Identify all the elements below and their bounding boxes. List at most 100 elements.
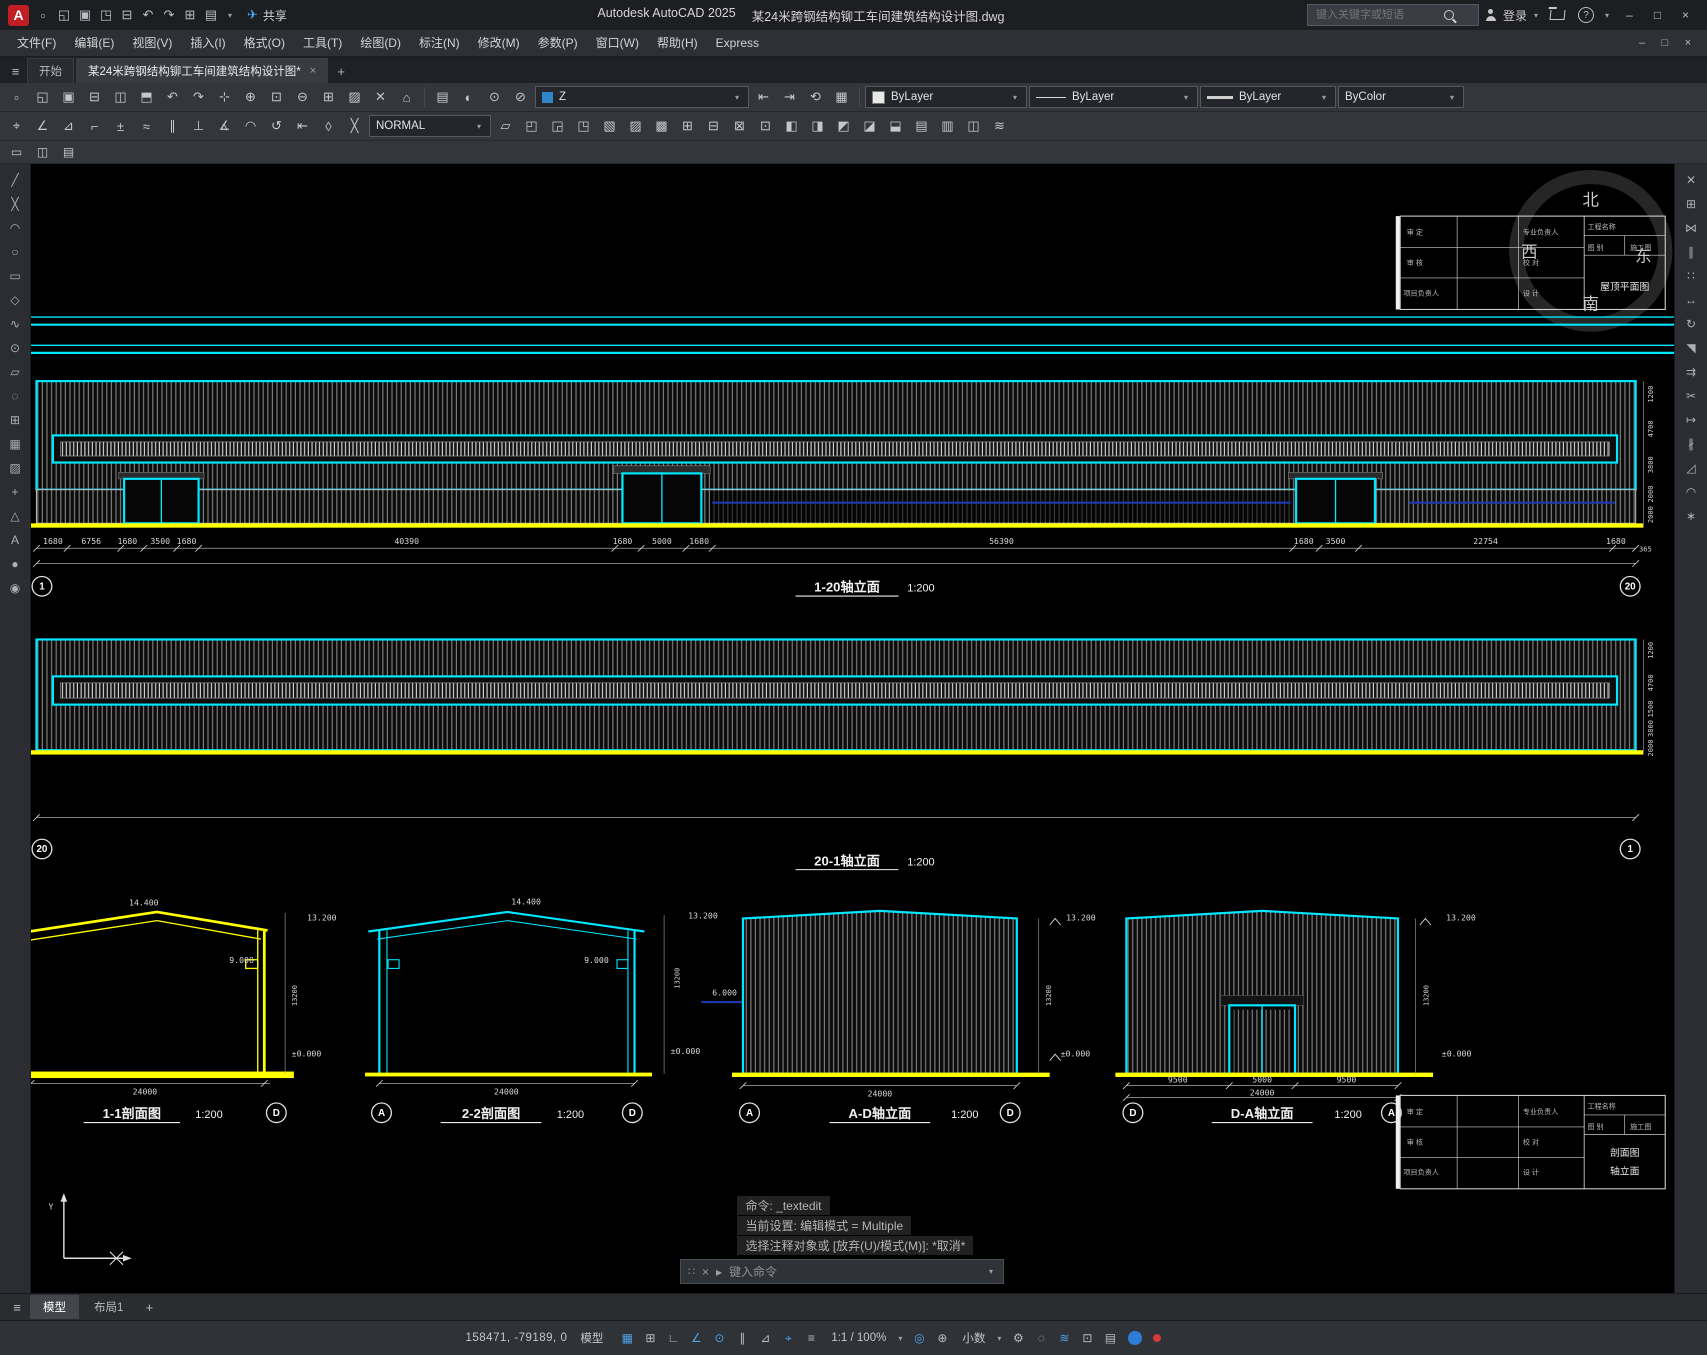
text-icon[interactable]: A: [3, 529, 27, 550]
layer-isolate-icon[interactable]: ⊙: [482, 86, 507, 109]
minimize-icon[interactable]: –: [1616, 5, 1643, 26]
drawing-canvas[interactable]: 北 西 东 南 审 定 审 核 项目负责人 专业负责人 校 对 设 计 工程名称…: [31, 164, 1674, 1293]
app-menu-button[interactable]: A: [8, 4, 29, 26]
clip-icon[interactable]: ▧: [597, 115, 622, 138]
titleblock-bottom[interactable]: 审 定 审 核 项目负责人 专业负责人 校 对 设 计 工程名称 图 别 施工图…: [1395, 1094, 1666, 1190]
workspace-icon[interactable]: ⚙: [1007, 1327, 1029, 1349]
annotation-scale-caret-icon[interactable]: ▾: [895, 1334, 905, 1343]
login-caret-down-icon[interactable]: ▾: [1531, 11, 1541, 20]
tab-close-icon[interactable]: ×: [310, 65, 316, 77]
circle-icon[interactable]: ○: [3, 241, 27, 262]
section-a-d[interactable]: 13.200 ±0.000 13200 24000 A-D轴立面 1:200 A…: [732, 909, 1096, 1124]
clean-screen-icon[interactable]: ⊡: [1076, 1327, 1098, 1349]
save-icon[interactable]: ▣: [75, 5, 95, 26]
command-recent-caret-icon[interactable]: ▾: [986, 1267, 996, 1276]
layer-walk-icon[interactable]: ▦: [829, 86, 854, 109]
attach-icon[interactable]: ◳: [571, 115, 596, 138]
xref-icon[interactable]: ◫: [30, 143, 55, 162]
image-icon[interactable]: ▤: [56, 143, 81, 162]
arc-icon[interactable]: ◠: [238, 115, 263, 138]
ungroup-icon[interactable]: ⊟: [701, 115, 726, 138]
spline-icon[interactable]: ∿: [3, 313, 27, 334]
ortho-icon[interactable]: ∟: [662, 1327, 684, 1349]
new-tab-icon[interactable]: +: [330, 59, 352, 83]
color-combo[interactable]: ByLayer ▾: [865, 86, 1027, 108]
help-icon[interactable]: ?: [1577, 7, 1594, 23]
block-icon[interactable]: ◰: [519, 115, 544, 138]
dim-baseline-icon[interactable]: ⌐: [82, 115, 107, 138]
linetype-combo[interactable]: ByLayer ▾: [1029, 86, 1198, 108]
section-1-1[interactable]: 14.400 13.200 9.000 ±0.000 13200 24000 1…: [31, 897, 337, 1124]
properties-icon[interactable]: ▤: [201, 5, 221, 26]
line-icon[interactable]: ╱: [3, 169, 27, 190]
gradient-icon[interactable]: ▨: [3, 457, 27, 478]
dim-style-icon[interactable]: ◫: [961, 115, 986, 138]
zoom-realtime-icon[interactable]: ⊕: [238, 86, 263, 109]
doc-minimize-icon[interactable]: –: [1631, 34, 1653, 52]
status-model-button[interactable]: 模型: [570, 1330, 613, 1346]
construction-line-icon[interactable]: ╳: [3, 193, 27, 214]
block-editor-icon[interactable]: ▭: [4, 143, 29, 162]
tab-document[interactable]: 某24米跨钢结构铆工车间建筑结构设计图* ×: [76, 58, 329, 83]
menu-item-7[interactable]: 标注(N): [410, 30, 469, 56]
menu-item-0[interactable]: 文件(F): [8, 30, 65, 56]
command-line-grip-icon[interactable]: ∷: [688, 1265, 695, 1278]
section-2-2[interactable]: 14.400 13.200 9.000 ±0.000 13200 6.000 2…: [365, 896, 743, 1124]
search-input[interactable]: [1313, 8, 1444, 22]
layer-properties-icon[interactable]: ▤: [430, 86, 455, 109]
redo-icon[interactable]: ↷: [186, 86, 211, 109]
login-button[interactable]: 登录: [1503, 7, 1527, 24]
elevation-1-20[interactable]: 1680 6756 1680 3500 1680 40390 1680 5000…: [31, 380, 1655, 597]
zoom-previous-icon[interactable]: ⊖: [290, 86, 315, 109]
mirror-icon[interactable]: ⋈: [1679, 217, 1703, 238]
layer-lock-icon[interactable]: ⊘: [508, 86, 533, 109]
parallel-icon[interactable]: ∥: [160, 115, 185, 138]
search-box[interactable]: [1306, 4, 1479, 26]
model-space-canvas[interactable]: 北 西 东 南 审 定 审 核 项目负责人 专业负责人 校 对 设 计 工程名称…: [31, 164, 1674, 1293]
qat-caret-down-icon[interactable]: ▾: [225, 11, 235, 20]
help-caret-down-icon[interactable]: ▾: [1602, 11, 1612, 20]
zoom-window-icon[interactable]: ⊡: [264, 86, 289, 109]
right-view-icon[interactable]: ◨: [805, 115, 830, 138]
undo-icon[interactable]: ↶: [138, 5, 158, 26]
hatch-icon[interactable]: ▦: [3, 433, 27, 454]
donut-icon[interactable]: ⊙: [3, 337, 27, 358]
scale-icon[interactable]: ◥: [1679, 337, 1703, 358]
match-properties-icon[interactable]: ▨: [342, 86, 367, 109]
osnap-icon[interactable]: ⊙: [708, 1327, 730, 1349]
dim-arc-icon[interactable]: ∡: [212, 115, 237, 138]
explode-icon[interactable]: ∗: [1679, 505, 1703, 526]
tolerance-icon[interactable]: ±: [108, 115, 133, 138]
new-layout-icon[interactable]: +: [138, 1297, 160, 1318]
menu-item-6[interactable]: 绘图(D): [351, 30, 410, 56]
hatch-edit-icon[interactable]: ▨: [623, 115, 648, 138]
command-line-close-icon[interactable]: ×: [702, 1265, 709, 1279]
extend-icon[interactable]: ↦: [1679, 409, 1703, 430]
perpendicular-icon[interactable]: ⊥: [186, 115, 211, 138]
dynamic-ucs-icon[interactable]: ⊿: [754, 1327, 776, 1349]
menu-item-8[interactable]: 修改(M): [469, 30, 529, 56]
search-icon[interactable]: [1443, 10, 1454, 20]
dim-left-icon[interactable]: ⇤: [290, 115, 315, 138]
move-icon[interactable]: ↔: [1679, 289, 1703, 310]
annotation-monitor-icon[interactable]: ◌: [1030, 1327, 1052, 1349]
dim-angular-icon[interactable]: ∠: [30, 115, 55, 138]
point-style-icon[interactable]: ●: [3, 553, 27, 574]
trim-icon[interactable]: ✂: [1679, 385, 1703, 406]
roof-plan-edge-lines[interactable]: [31, 316, 1674, 354]
tab-start[interactable]: 开始: [27, 58, 74, 83]
units-caret-icon[interactable]: ▾: [994, 1334, 1004, 1343]
open-file-icon[interactable]: ◱: [54, 5, 74, 26]
group-icon[interactable]: ⊞: [675, 115, 700, 138]
layer-next-icon[interactable]: ⇥: [777, 86, 802, 109]
wblock-icon[interactable]: ◲: [545, 115, 570, 138]
plot-icon[interactable]: ⊟: [82, 86, 107, 109]
copy-icon[interactable]: ⊞: [1679, 193, 1703, 214]
new-file-icon[interactable]: ▫: [33, 5, 53, 26]
graphics-performance-icon[interactable]: ≋: [1053, 1327, 1075, 1349]
erase-icon[interactable]: ✕: [368, 86, 393, 109]
cross-icon[interactable]: ╳: [342, 115, 367, 138]
viewport-icon[interactable]: ⊡: [753, 115, 778, 138]
share-button[interactable]: ✈ 共享: [239, 7, 295, 24]
table-icon[interactable]: ▱: [493, 115, 518, 138]
